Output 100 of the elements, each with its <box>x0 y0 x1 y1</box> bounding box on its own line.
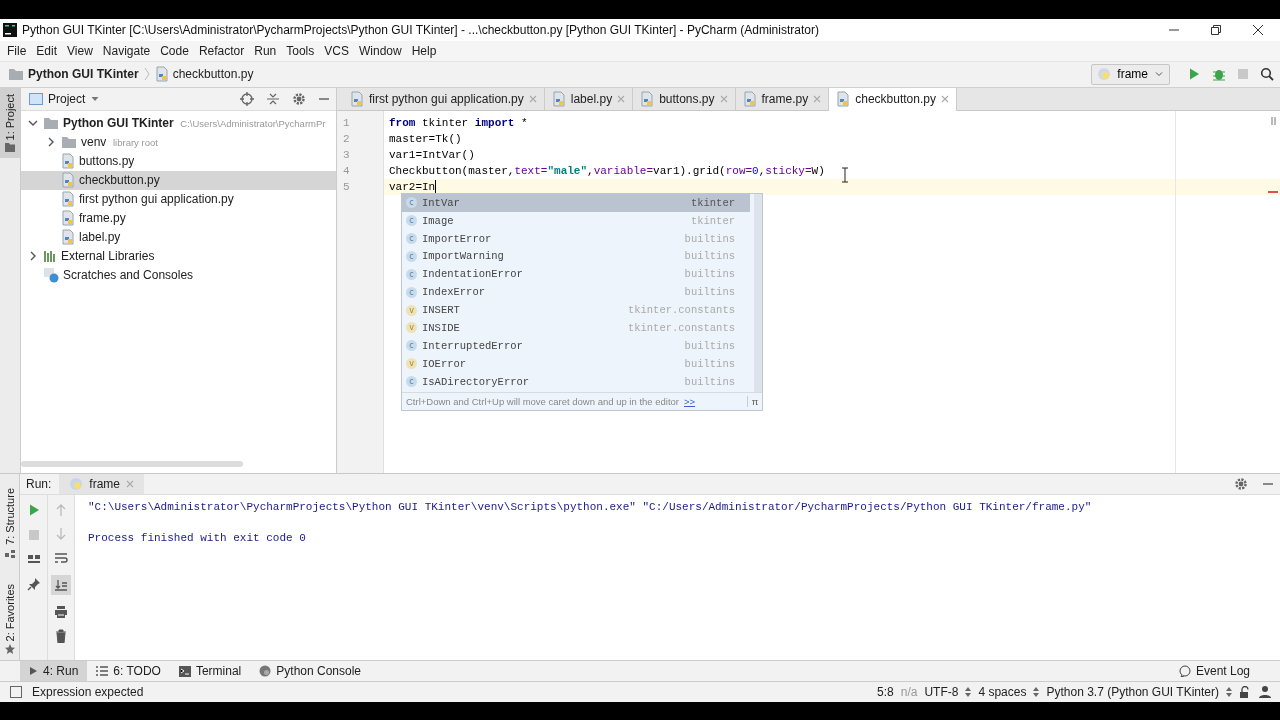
completion-item[interactable]: c ImportError builtins <box>402 229 750 248</box>
tree-item[interactable]: Scratches and Consoles <box>21 265 336 285</box>
line-number: 5 <box>342 179 351 195</box>
line-number: 3 <box>342 147 351 163</box>
tool-window-tab[interactable]: 2: Favorites <box>0 577 20 660</box>
lock-icon[interactable] <box>1239 686 1251 698</box>
search-icon[interactable] <box>1260 67 1274 82</box>
event-log-button[interactable]: Event Log <box>1178 664 1280 679</box>
trash-icon[interactable] <box>55 628 67 643</box>
completion-item[interactable]: v IOError builtins <box>402 354 750 373</box>
more-link[interactable]: >> <box>684 396 696 408</box>
chevron-right-icon[interactable] <box>28 251 38 262</box>
pin-icon[interactable] <box>26 576 41 591</box>
menu-item[interactable]: View <box>62 43 98 58</box>
interpreter-selector[interactable]: Python 3.7 (Python GUI TKinter) <box>1046 685 1219 699</box>
code-line: Checkbutton(master,text="male",variable=var1).grid(row=0,sticky=W) <box>389 163 825 179</box>
menu-item[interactable]: Run <box>249 43 282 58</box>
python-file-icon <box>61 153 75 170</box>
scrollbar[interactable] <box>21 460 243 467</box>
python-file-icon <box>836 91 851 108</box>
close-icon[interactable] <box>1252 23 1264 36</box>
scrollbar[interactable] <box>754 193 762 392</box>
scroll-to-end-icon[interactable] <box>54 577 68 592</box>
badge-icon: c <box>406 233 417 244</box>
code-line: master=Tk() <box>389 131 462 147</box>
tool-window-tab[interactable]: 6: TODO <box>87 661 170 682</box>
run-configuration-dropdown[interactable]: frame <box>1091 63 1170 85</box>
indent-selector[interactable]: 4 spaces <box>978 685 1027 699</box>
locate-icon[interactable] <box>240 91 254 106</box>
settings-icon[interactable] <box>1234 476 1248 491</box>
caret-position[interactable]: 5:8 <box>877 685 894 699</box>
tool-window-tab[interactable]: 7: Structure <box>0 481 20 564</box>
tree-item[interactable]: venv library root <box>21 132 336 152</box>
menu-item[interactable]: Help <box>406 43 442 58</box>
menu-item[interactable]: Navigate <box>97 43 156 58</box>
menu-item[interactable]: Tools <box>281 43 320 58</box>
scratches-icon <box>43 267 59 284</box>
menu-item[interactable]: Code <box>155 43 194 58</box>
completion-item[interactable]: c IndexError builtins <box>402 283 750 302</box>
completion-item[interactable]: c IndentationError builtins <box>402 265 750 284</box>
tree-item[interactable]: frame.py <box>21 208 336 228</box>
breadcrumb-item[interactable]: checkbutton.py <box>172 67 254 82</box>
restore-icon[interactable] <box>1210 23 1222 36</box>
tool-window-tab[interactable]: 4: Run <box>20 661 88 682</box>
menu-item[interactable]: VCS <box>319 43 354 58</box>
badge-icon: c <box>406 286 417 298</box>
completion-item[interactable]: c Image tkinter <box>402 211 750 230</box>
tool-window-tab[interactable]: Python Console <box>250 661 371 682</box>
toggle-panels-icon[interactable] <box>10 686 22 698</box>
completion-item[interactable]: c IsADirectoryError builtins <box>402 372 750 391</box>
print-icon[interactable] <box>54 604 68 619</box>
panel-label: Run: <box>26 476 52 491</box>
python-file-icon <box>61 172 75 189</box>
chevron-right-icon[interactable] <box>46 137 56 148</box>
completion-item[interactable]: c IntVar tkinter <box>402 193 750 212</box>
python-file-icon <box>154 66 169 83</box>
tree-item[interactable]: label.py <box>21 227 336 247</box>
python-file-icon <box>640 90 655 107</box>
run-tab[interactable]: frame <box>59 473 145 494</box>
updown-icon <box>1226 687 1232 697</box>
editor-tab[interactable]: frame.py <box>735 87 830 110</box>
tool-window-tab[interactable]: Terminal <box>169 661 251 682</box>
layout-icon[interactable] <box>26 552 41 565</box>
editor-tab[interactable]: checkbutton.py <box>829 87 957 111</box>
code-line: var2=In <box>389 179 437 195</box>
pin-button[interactable]: π <box>747 396 762 408</box>
settings-icon[interactable] <box>292 91 306 106</box>
tree-item[interactable]: External Libraries <box>21 246 336 266</box>
editor-tab[interactable]: label.py <box>544 87 634 110</box>
updown-icon <box>1033 687 1040 697</box>
menu-item[interactable]: File <box>2 43 32 58</box>
collapse-icon[interactable] <box>266 91 280 106</box>
completion-item[interactable]: v INSIDE tkinter.constants <box>402 319 750 337</box>
debug-icon[interactable] <box>1212 67 1226 82</box>
completion-item[interactable]: c InterruptedError builtins <box>402 336 750 355</box>
breadcrumb-item[interactable]: Python GUI TKinter <box>28 67 139 82</box>
tree-item[interactable]: checkbutton.py <box>21 170 336 190</box>
code-line: var1=IntVar() <box>389 147 475 163</box>
soft-wrap-icon[interactable] <box>54 550 68 565</box>
project-view-selector[interactable]: Project <box>29 91 101 106</box>
chevron-right-icon <box>142 66 151 83</box>
hint-text: Ctrl+Down and Ctrl+Up will move caret down and up in the editor <box>406 396 679 408</box>
updown-icon <box>965 687 972 697</box>
menu-item[interactable]: Window <box>353 43 407 58</box>
completion-item[interactable]: c ImportWarning builtins <box>402 247 750 266</box>
line-number: 1 <box>342 115 351 131</box>
project-tool-tab[interactable]: 1: Project <box>0 87 20 159</box>
editor-tab[interactable]: buttons.py <box>633 87 736 110</box>
run-icon[interactable] <box>1187 67 1201 82</box>
encoding-selector[interactable]: UTF-8 <box>924 685 959 699</box>
inspector-icon[interactable] <box>1258 685 1272 699</box>
tree-item[interactable]: buttons.py <box>21 151 336 171</box>
completion-item[interactable]: v INSERT tkinter.constants <box>402 301 750 320</box>
menu-item[interactable]: Edit <box>31 43 63 58</box>
badge-icon: c <box>406 250 417 262</box>
window-title: Python GUI TKinter [C:\Users\Administrator\PycharmProjects\Python GUI TKinter] - ...\checkbutton.py [Python GUI TKinter] - PyCharm (Administrator) <box>22 22 819 37</box>
menu-item[interactable]: Refactor <box>193 43 250 58</box>
editor-tab[interactable]: first python gui application.py <box>343 87 545 110</box>
tree-item[interactable]: Python GUI TKinter C:\Users\Administrator\PycharmPr <box>21 113 336 133</box>
tree-item[interactable]: first python gui application.py <box>21 189 336 209</box>
